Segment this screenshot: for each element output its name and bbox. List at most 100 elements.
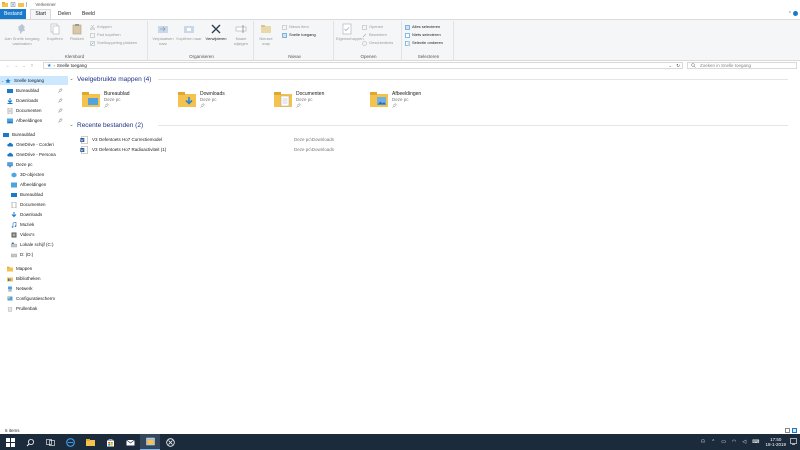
chevron-down-icon[interactable]: ⌄ [68, 122, 75, 128]
delete-button[interactable]: Verwijderen [203, 23, 229, 41]
sidebar-item-local-disk-c[interactable]: Lokale schijf (C:) [0, 240, 68, 249]
edge-button[interactable] [60, 434, 80, 450]
sidebar-item-folders[interactable]: Mappen [0, 264, 68, 273]
task-view-button[interactable] [40, 434, 60, 450]
folder-tile[interactable]: Downloads Deze pc 📌︎ [178, 90, 258, 112]
sidebar-item-label: 3D-objecten [20, 172, 45, 177]
properties-quick-icon[interactable] [10, 2, 16, 7]
folder-tile[interactable]: Afbeeldingen Deze pc 📌︎ [370, 90, 450, 112]
sidebar-item-downloads-pinned[interactable]: Downloads 📌︎ [0, 96, 68, 105]
tab-start[interactable]: Start [30, 9, 51, 19]
mail-button[interactable] [120, 434, 140, 450]
sidebar-item-control-panel[interactable]: Configuratiescherm [0, 294, 68, 303]
sidebar-item-drive-d[interactable]: D: (D:) [0, 250, 68, 259]
people-icon[interactable]: ⚇ [701, 439, 705, 445]
new-folder-quick-icon[interactable] [18, 2, 24, 7]
folder-tile[interactable]: Documenten Deze pc 📌︎ [274, 90, 354, 112]
chevron-up-icon[interactable]: ⌃ [788, 11, 792, 17]
help-icon[interactable] [793, 11, 798, 16]
details-view-icon[interactable] [785, 428, 790, 433]
paste-shortcut-button[interactable]: Snelkoppeling plakken [90, 40, 137, 46]
properties-button[interactable]: Eigenschappen [336, 23, 364, 41]
pin-icon[interactable]: 📌︎ [58, 108, 63, 113]
list-item[interactable]: V3 Oefentoets Ho7 Radioactiviteit (1) De… [80, 145, 780, 154]
file-explorer-running-button[interactable] [140, 434, 160, 450]
notification-icon[interactable] [790, 438, 797, 445]
sidebar-item-network[interactable]: Netwerk [0, 284, 68, 293]
sidebar-item-label: OneDrive - Persona [16, 152, 56, 157]
new-folder-button[interactable]: Nieuwe map [256, 23, 276, 46]
history-button[interactable]: Geschiedenis [362, 40, 393, 46]
sidebar-item-music[interactable]: Muziek [0, 220, 68, 229]
language-icon[interactable]: ⌨ [752, 439, 759, 445]
sidebar-item-videos[interactable]: Video's [0, 230, 68, 239]
open-button[interactable]: Openen [362, 24, 383, 30]
easy-access-button[interactable]: Snelle toegang [282, 32, 316, 38]
paste-button[interactable]: Plakken [66, 23, 88, 41]
section-header-frequent[interactable]: ⌄ Veelgebruikte mappen (4) [68, 75, 788, 83]
move-to-button[interactable]: Verplaatsen naar [150, 23, 176, 46]
sidebar-item-desktop-root[interactable]: Bureaublad [0, 130, 68, 139]
rename-button[interactable]: Naam wijzigen [229, 23, 253, 46]
sidebar-item-desktop-pinned[interactable]: Bureaublad 📌︎ [0, 86, 68, 95]
new-item-label: Nieuw item [289, 24, 309, 29]
pin-icon[interactable]: 📌︎ [58, 88, 63, 93]
recent-locations-icon[interactable]: ⌄ [20, 63, 28, 68]
pin-quick-access-button[interactable]: Aan Snelle toegang vastmaken [2, 23, 42, 46]
tab-file[interactable]: Bestand [0, 9, 27, 19]
select-all-button[interactable]: Alles selecteren [405, 24, 440, 30]
chevron-down-icon[interactable]: ⌄ [669, 63, 672, 68]
sidebar-item-desktop[interactable]: Bureaublad [0, 190, 68, 199]
folder-tile[interactable]: Bureaublad Deze pc 📌︎ [82, 90, 162, 112]
forward-icon[interactable]: → [12, 63, 20, 69]
search-input[interactable]: Zoeken in Snelle toegang [687, 62, 797, 69]
sidebar-item-downloads[interactable]: Downloads [0, 210, 68, 219]
tab-view[interactable]: Beeld [78, 9, 99, 19]
chevron-down-icon[interactable]: ⌄ [68, 76, 75, 82]
section-header-recent[interactable]: ⌄ Recente bestanden (2) [68, 121, 788, 129]
breadcrumb[interactable]: Snelle toegang [57, 63, 87, 68]
volume-icon[interactable]: ◁ [742, 439, 746, 445]
chevron-up-icon[interactable]: ⌃ [711, 439, 715, 445]
start-button[interactable] [0, 434, 20, 450]
select-none-button[interactable]: Niets selecteren [405, 32, 441, 38]
back-icon[interactable]: ← [4, 63, 12, 69]
copy-path-button[interactable]: Pad kopiëren [90, 32, 121, 38]
invert-selection-button[interactable]: Selectie omkeren [405, 40, 443, 46]
file-explorer-button[interactable] [80, 434, 100, 450]
copy-to-button[interactable]: Kopiëren naar [176, 23, 202, 41]
invert-selection-label: Selectie omkeren [412, 40, 443, 45]
cut-button[interactable]: Knippen [90, 24, 112, 30]
sidebar-item-3d-objects[interactable]: 3D-objecten [0, 170, 68, 179]
sidebar-item-onedrive-personal[interactable]: OneDrive - Persona [0, 150, 68, 159]
title-bar: | Verkenner [0, 0, 800, 9]
sidebar-item-this-pc[interactable]: Deze pc [0, 160, 68, 169]
store-button[interactable] [100, 434, 120, 450]
battery-icon[interactable]: ▭ [721, 439, 726, 445]
sidebar-item-onedrive-corderius[interactable]: OneDrive - Corderi [0, 140, 68, 149]
xbox-button[interactable] [160, 434, 180, 450]
sidebar-item-pictures[interactable]: Afbeeldingen [0, 180, 68, 189]
sidebar-item-pictures-pinned[interactable]: Afbeeldingen 📌︎ [0, 116, 68, 125]
search-button[interactable] [20, 434, 40, 450]
large-icons-view-icon[interactable] [792, 428, 797, 433]
refresh-icon[interactable]: ↻ [676, 63, 680, 69]
sidebar-item-documents[interactable]: Documenten [0, 200, 68, 209]
sidebar-item-libraries[interactable]: Bibliotheken [0, 274, 68, 283]
sidebar-item-documents-pinned[interactable]: Documenten 📌︎ [0, 106, 68, 115]
new-item-button[interactable]: Nieuw item [282, 24, 309, 30]
pin-icon[interactable]: 📌︎ [58, 118, 63, 123]
sidebar-item-quick-access[interactable]: ⌄ Snelle toegang [0, 76, 68, 85]
up-icon[interactable]: ↑ [28, 63, 36, 69]
wifi-icon[interactable]: ◠ [732, 439, 736, 445]
video-icon [11, 232, 17, 237]
edit-button[interactable]: Bewerken [362, 32, 387, 38]
pin-icon[interactable]: 📌︎ [58, 98, 63, 103]
list-item[interactable]: V3 Oefentoets Ho7 Correctiemodel Deze pc… [80, 135, 780, 144]
sidebar-item-recycle-bin[interactable]: Prullenbak [0, 304, 68, 313]
clock[interactable]: 17:50 18-1-2019 [765, 437, 786, 447]
tab-share[interactable]: Delen [54, 9, 75, 19]
copy-button[interactable]: Kopiëren [44, 23, 66, 41]
search-icon [26, 438, 34, 446]
address-bar[interactable]: ★ › Snelle toegang ⌄ ↻ [43, 62, 683, 69]
